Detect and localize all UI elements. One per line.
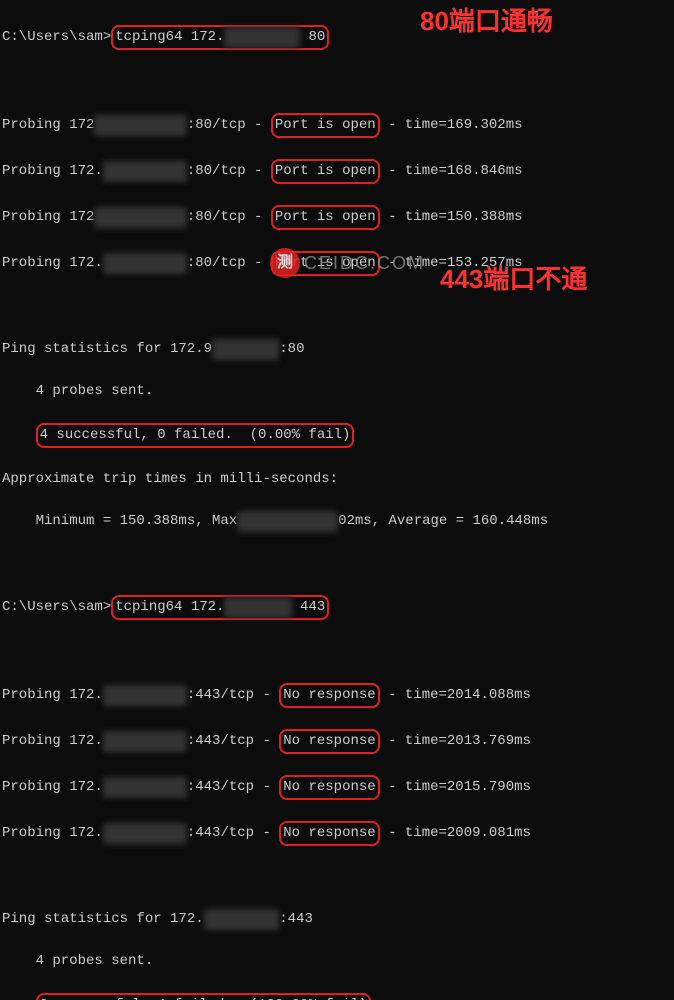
highlight-command-2: tcping64 172.XXXXXXXX 443 [111, 595, 329, 620]
highlight-status-open: Port is open [271, 205, 380, 230]
highlight-fail-443: 0 successful, 4 failed. (100.00% fail) [36, 993, 372, 1000]
probe-line: Probing 172.XXXXXXXXXX:443/tcp - No resp… [2, 775, 672, 800]
highlight-command-1: tcping64 172.XXXXXXXXX 80 [111, 25, 329, 50]
command-line-1: C:\Users\sam>tcping64 172.XXXXXXXXX 80 [2, 25, 672, 50]
highlight-status-noresp: No response [279, 729, 379, 754]
highlight-status-noresp: No response [279, 775, 379, 800]
annotation-port80-open: 80端口通畅 [420, 2, 553, 41]
probe-line: Probing 172.XXXXXXXXXX:443/tcp - No resp… [2, 821, 672, 846]
highlight-success-80: 4 successful, 0 failed. (0.00% fail) [36, 423, 355, 448]
stats-minmax: Minimum = 150.388ms, Maximum = 169.302ms… [2, 511, 672, 532]
terminal-output: C:\Users\sam>tcping64 172.XXXXXXXXX 80 P… [0, 0, 674, 1000]
probe-line: Probing 172.XXXXXXXXXX:443/tcp - No resp… [2, 729, 672, 754]
stats-sent: 4 probes sent. [2, 951, 672, 972]
probe-line: Probing 172.XXXXXXXXXX:80/tcp - Port is … [2, 159, 672, 184]
annotation-port443-closed: 443端口不通 [440, 260, 587, 299]
stats-header: Ping statistics for 172.XXXXXXXXX:443 [2, 909, 672, 930]
stats-approx: Approximate trip times in milli-seconds: [2, 469, 672, 490]
stats-sent: 4 probes sent. [2, 381, 672, 402]
highlight-status-open: Port is open [271, 113, 380, 138]
stats-header: Ping statistics for 172.9XXXXXXXX:80 [2, 339, 672, 360]
probe-line: Probing 172.XXXXXXXXXX:443/tcp - No resp… [2, 683, 672, 708]
highlight-status-noresp: No response [279, 821, 379, 846]
stats-result: 4 successful, 0 failed. (0.00% fail) [2, 423, 672, 448]
command-line-2: C:\Users\sam>tcping64 172.XXXXXXXX 443 [2, 595, 672, 620]
highlight-status-open: Port is open [271, 251, 380, 276]
highlight-status-open: Port is open [271, 159, 380, 184]
probe-line: Probing 172XXXXXXXXXXX:80/tcp - Port is … [2, 113, 672, 138]
stats-result: 0 successful, 4 failed. (100.00% fail) [2, 993, 672, 1000]
probe-line: Probing 172XXXXXXXXXXX:80/tcp - Port is … [2, 205, 672, 230]
highlight-status-noresp: No response [279, 683, 379, 708]
